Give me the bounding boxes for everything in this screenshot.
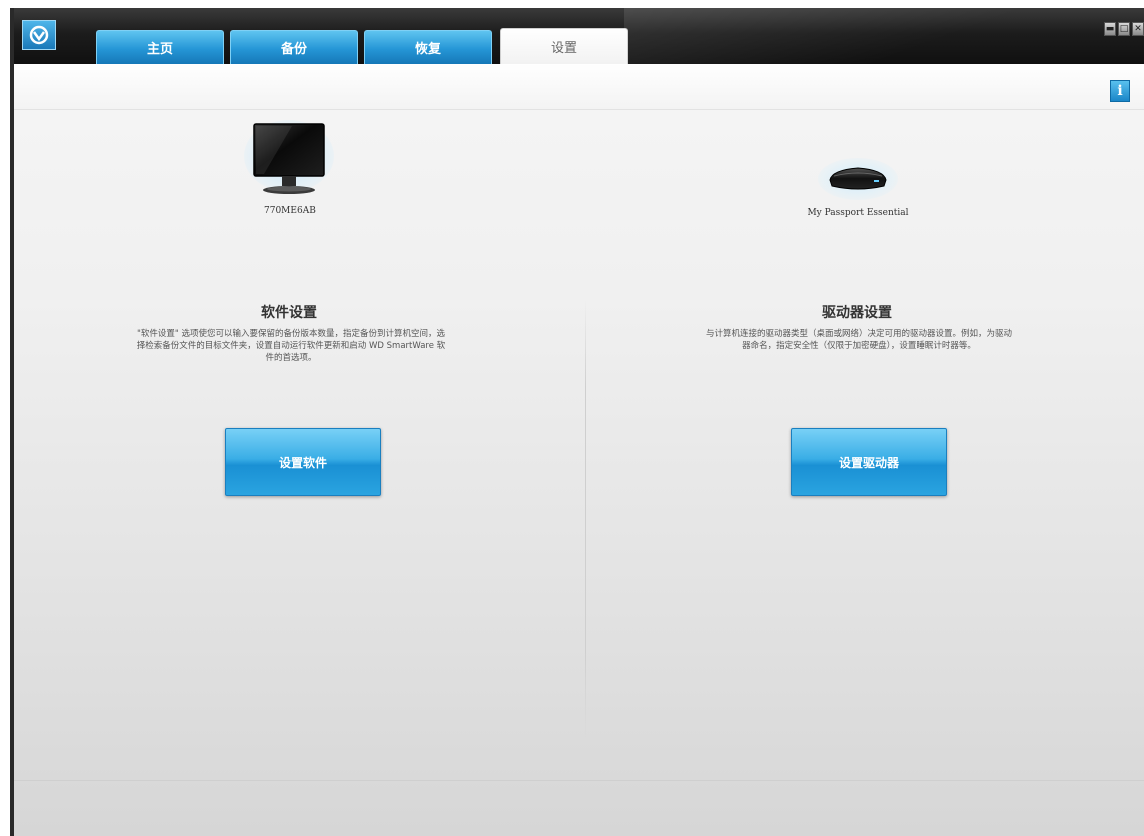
title-bar: 主页 备份 恢复 设置 ▬ □ ✕ xyxy=(14,8,1144,64)
monitor-icon xyxy=(244,120,334,210)
software-settings-panel: 770ME6AB 软件设置 "软件设置" 选项使您可以输入要保留的备份版本数量，… xyxy=(14,64,574,664)
window-controls: ▬ □ ✕ xyxy=(1104,22,1144,36)
settings-content: i 770ME6AB 软件设置 "软件设置" 选项使您可以输入要保留的备份版本数… xyxy=(14,64,1144,836)
wd-smartware-logo-icon[interactable] xyxy=(22,20,56,50)
drive-name-label: My Passport Essential xyxy=(807,208,909,218)
configure-software-button[interactable]: 设置软件 xyxy=(225,428,381,496)
app-window: 主页 备份 恢复 设置 ▬ □ ✕ i 770ME6AB 软件设置 "软件设置"… xyxy=(10,8,1144,836)
computer-name-label: 770ME6AB xyxy=(264,206,316,216)
minimize-button[interactable]: ▬ xyxy=(1104,22,1116,36)
tab-restore[interactable]: 恢复 xyxy=(364,30,492,64)
software-settings-title: 软件设置 xyxy=(261,305,317,321)
close-button[interactable]: ✕ xyxy=(1132,22,1144,36)
drive-settings-panel: My Passport Essential 驱动器设置 与计算机连接的驱动器类型… xyxy=(586,64,1144,664)
tab-settings[interactable]: 设置 xyxy=(500,28,628,64)
footer-divider xyxy=(14,780,1144,781)
tab-home[interactable]: 主页 xyxy=(96,30,224,64)
software-settings-description: "软件设置" 选项使您可以输入要保留的备份版本数量，指定备份到计算机空间，选择检… xyxy=(136,329,446,363)
tab-backup[interactable]: 备份 xyxy=(230,30,358,64)
configure-drive-button[interactable]: 设置驱动器 xyxy=(791,428,947,496)
drive-settings-description: 与计算机连接的驱动器类型（桌面或网络）决定可用的驱动器设置。例如，为驱动器命名，… xyxy=(705,329,1012,351)
external-drive-icon xyxy=(818,158,898,204)
maximize-button[interactable]: □ xyxy=(1118,22,1130,36)
drive-settings-title: 驱动器设置 xyxy=(822,305,892,321)
